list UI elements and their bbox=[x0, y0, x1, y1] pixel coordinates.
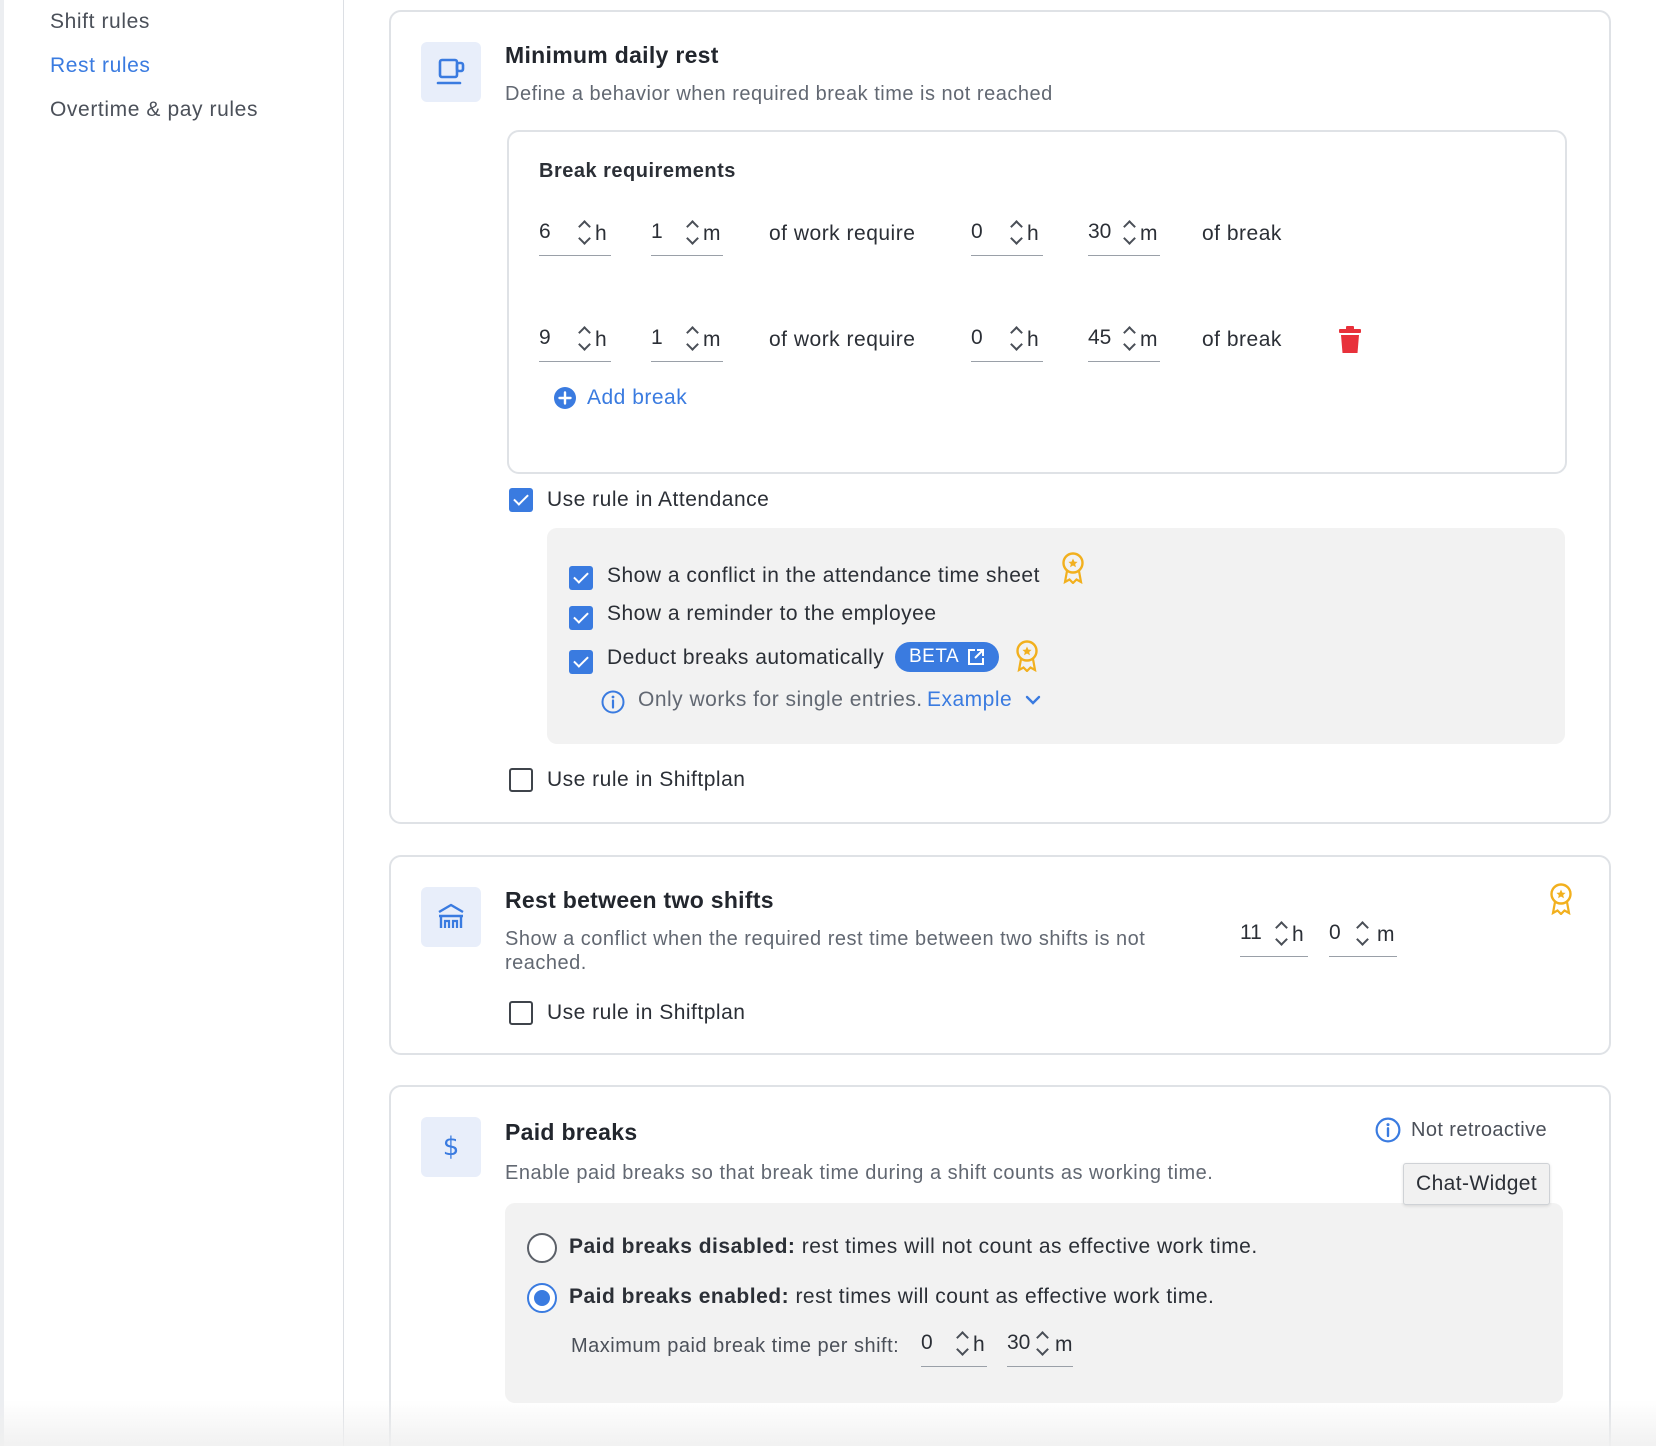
premium-badge-icon bbox=[1061, 552, 1085, 589]
stepper-icon[interactable] bbox=[1009, 218, 1025, 246]
paid-breaks-enabled-radio[interactable] bbox=[527, 1283, 557, 1313]
daily-rest-description: Define a behavior when required break ti… bbox=[505, 83, 1053, 105]
stepper-icon[interactable] bbox=[955, 1329, 971, 1357]
example-label: Example bbox=[927, 688, 1013, 711]
sidebar: Shift rules Rest rules Overtime & pay ru… bbox=[0, 0, 344, 1446]
max-paid-break-label: Maximum paid break time per shift: bbox=[571, 1335, 900, 1357]
example-link[interactable]: Example bbox=[927, 688, 1041, 712]
rest-use-in-shiftplan-checkbox[interactable] bbox=[509, 1001, 533, 1025]
show-conflict-label: Show a conflict in the attendance time s… bbox=[607, 564, 1040, 587]
use-in-shiftplan-checkbox[interactable] bbox=[509, 768, 533, 792]
rest-hours-input[interactable]: 11 h bbox=[1240, 917, 1308, 957]
stepper-icon[interactable] bbox=[577, 324, 593, 352]
rest-use-in-shiftplan-label: Use rule in Shiftplan bbox=[547, 1001, 746, 1024]
external-link-icon bbox=[968, 649, 985, 665]
max-paid-minutes-input[interactable]: 30 m bbox=[1007, 1327, 1073, 1367]
info-icon bbox=[1375, 1117, 1401, 1143]
show-reminder-checkbox[interactable] bbox=[569, 606, 593, 630]
stepper-icon[interactable] bbox=[685, 324, 701, 352]
stepper-icon[interactable] bbox=[1009, 324, 1025, 352]
plus-circle-icon bbox=[554, 387, 576, 409]
premium-badge-icon bbox=[1015, 640, 1039, 677]
work-minutes-input[interactable]: 1 m bbox=[651, 322, 723, 362]
deduct-breaks-label: Deduct breaks automatically bbox=[607, 646, 885, 669]
deduct-breaks-checkbox[interactable] bbox=[569, 650, 593, 674]
stepper-icon[interactable] bbox=[1122, 324, 1138, 352]
add-break-label: Add break bbox=[587, 386, 688, 409]
row-mid-text: of work require bbox=[769, 328, 916, 351]
rest-minutes-input[interactable]: 0 m bbox=[1329, 917, 1397, 957]
sidebar-item-rest-rules[interactable]: Rest rules bbox=[50, 54, 151, 78]
stepper-icon[interactable] bbox=[577, 218, 593, 246]
stepper-icon[interactable] bbox=[1122, 218, 1138, 246]
beta-badge[interactable]: BETA bbox=[895, 642, 1000, 672]
minimum-daily-rest-card: Minimum daily rest Define a behavior whe… bbox=[389, 10, 1611, 824]
break-minutes-input[interactable]: 30 m bbox=[1088, 216, 1160, 256]
info-text: Only works for single entries. bbox=[638, 688, 923, 711]
stepper-icon[interactable] bbox=[1274, 919, 1290, 947]
premium-badge-icon bbox=[1549, 883, 1573, 920]
bench-icon bbox=[421, 887, 481, 947]
daily-rest-title: Minimum daily rest bbox=[505, 42, 719, 68]
rest-between-shifts-card: Rest between two shifts Show a conflict … bbox=[389, 855, 1611, 1055]
use-in-attendance-label: Use rule in Attendance bbox=[547, 488, 770, 511]
row-mid-text: of work require bbox=[769, 222, 916, 245]
info-icon bbox=[601, 690, 625, 719]
max-paid-hours-input[interactable]: 0 h bbox=[921, 1327, 987, 1367]
stepper-icon[interactable] bbox=[685, 218, 701, 246]
trash-icon[interactable] bbox=[1339, 326, 1361, 359]
use-in-attendance-checkbox[interactable] bbox=[509, 488, 533, 512]
not-retroactive-info: Not retroactive bbox=[1375, 1117, 1547, 1143]
sidebar-item-shift-rules[interactable]: Shift rules bbox=[50, 10, 150, 34]
chevron-down-icon bbox=[1025, 695, 1040, 705]
work-hours-input[interactable]: 6 h bbox=[539, 216, 611, 256]
rest-between-title: Rest between two shifts bbox=[505, 887, 774, 913]
break-minutes-input[interactable]: 45 m bbox=[1088, 322, 1160, 362]
work-hours-input[interactable]: 9 h bbox=[539, 322, 611, 362]
paid-breaks-options-panel: Paid breaks disabled: rest times will no… bbox=[505, 1203, 1563, 1403]
chat-widget-tooltip: Chat-Widget bbox=[1403, 1163, 1551, 1205]
break-requirements-title: Break requirements bbox=[539, 160, 736, 182]
stepper-icon[interactable] bbox=[1035, 1329, 1051, 1357]
add-break-button[interactable]: Add break bbox=[553, 386, 687, 410]
beta-label: BETA bbox=[909, 646, 960, 667]
sidebar-item-overtime-pay-rules[interactable]: Overtime & pay rules bbox=[50, 98, 258, 122]
paid-breaks-enabled-label: Paid breaks enabled: rest times will cou… bbox=[569, 1285, 1215, 1308]
show-conflict-checkbox[interactable] bbox=[569, 566, 593, 590]
paid-breaks-title: Paid breaks bbox=[505, 1119, 638, 1145]
break-hours-input[interactable]: 0 h bbox=[971, 216, 1043, 256]
dollar-icon: $ bbox=[421, 1117, 481, 1177]
paid-breaks-description: Enable paid breaks so that break time du… bbox=[505, 1162, 1214, 1184]
coffee-cup-icon bbox=[421, 42, 481, 102]
break-hours-input[interactable]: 0 h bbox=[971, 322, 1043, 362]
rest-between-description: Show a conflict when the required rest t… bbox=[505, 928, 1146, 974]
paid-breaks-disabled-radio[interactable] bbox=[527, 1233, 557, 1263]
not-retroactive-label: Not retroactive bbox=[1411, 1118, 1548, 1141]
row-end-text: of break bbox=[1202, 222, 1282, 245]
use-in-shiftplan-label: Use rule in Shiftplan bbox=[547, 768, 746, 791]
attendance-options-panel: Show a conflict in the attendance time s… bbox=[547, 528, 1565, 744]
break-requirements-box: Break requirements 6 h 1 m of work requi… bbox=[507, 130, 1567, 474]
paid-breaks-card: $ Paid breaks Enable paid breaks so that… bbox=[389, 1085, 1611, 1446]
row-end-text: of break bbox=[1202, 328, 1282, 351]
paid-breaks-disabled-label: Paid breaks disabled: rest times will no… bbox=[569, 1235, 1258, 1258]
work-minutes-input[interactable]: 1 m bbox=[651, 216, 723, 256]
stepper-icon[interactable] bbox=[1355, 919, 1371, 947]
show-reminder-label: Show a reminder to the employee bbox=[607, 602, 937, 625]
